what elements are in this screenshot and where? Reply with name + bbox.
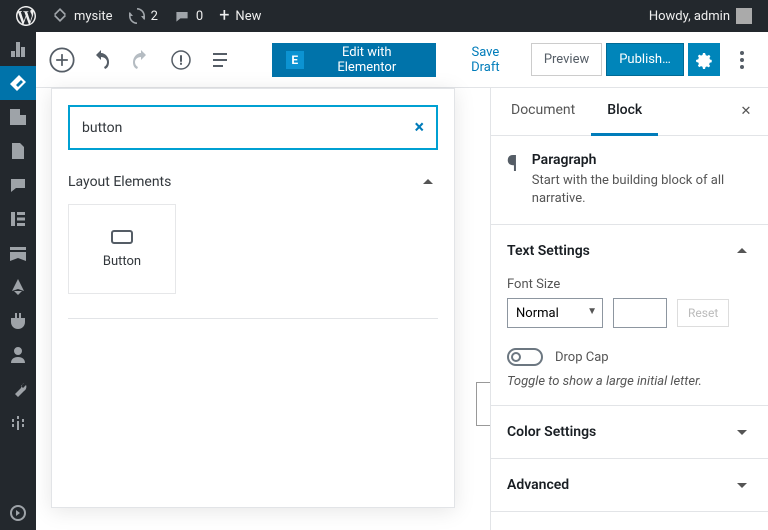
block-inserter: × Layout Elements Button	[51, 88, 455, 508]
chevron-up-icon	[732, 241, 752, 261]
menu-comments[interactable]	[0, 168, 36, 202]
block-editor: E Edit with Elementor Save Draft Preview…	[36, 32, 768, 530]
new-label: New	[235, 9, 261, 24]
avatar	[736, 8, 752, 24]
drop-cap-toggle[interactable]	[507, 348, 543, 366]
site-name-label: mysite	[74, 9, 113, 24]
sidebar-tabs: Document Block ✕	[491, 88, 768, 136]
settings-sidebar: Document Block ✕ ¶ Paragraph Start with …	[490, 88, 768, 530]
chevron-down-icon	[732, 422, 752, 442]
howdy-label: Howdy, admin	[649, 9, 730, 24]
drop-cap-label: Drop Cap	[555, 350, 609, 365]
panel-text-settings: Text Settings Font Size Normal ▼ Reset D…	[491, 225, 768, 406]
menu-dashboard[interactable]	[0, 32, 36, 66]
close-sidebar-icon[interactable]: ✕	[728, 94, 764, 130]
comments[interactable]: 0	[166, 0, 211, 32]
menu-appearance[interactable]	[0, 270, 36, 304]
edit-with-elementor-button[interactable]: E Edit with Elementor	[272, 43, 436, 77]
chevron-up-icon	[418, 172, 438, 192]
updates[interactable]: 2	[121, 0, 166, 32]
menu-templates[interactable]	[0, 236, 36, 270]
font-size-custom-input[interactable]	[613, 298, 667, 328]
chevron-down-icon	[732, 475, 752, 495]
comments-count: 0	[196, 9, 203, 24]
preview-button[interactable]: Preview	[531, 43, 602, 76]
block-search[interactable]: ×	[68, 105, 438, 150]
redo-button[interactable]	[123, 42, 159, 78]
content-structure-button[interactable]	[163, 42, 199, 78]
new-content[interactable]: + New	[211, 0, 269, 32]
menu-elementor[interactable]	[0, 202, 36, 236]
panel-advanced-toggle[interactable]: Advanced	[491, 459, 768, 511]
undo-button[interactable]	[84, 42, 120, 78]
font-size-reset-button[interactable]: Reset	[677, 299, 729, 327]
block-search-input[interactable]	[82, 120, 414, 136]
block-title: Paragraph	[532, 152, 752, 168]
save-draft-button[interactable]: Save Draft	[444, 37, 527, 83]
button-block-icon	[111, 230, 133, 244]
block-navigation-button[interactable]	[202, 42, 238, 78]
wp-logo[interactable]	[8, 0, 44, 32]
panel-advanced: Advanced	[491, 459, 768, 512]
tab-document[interactable]: Document	[495, 88, 591, 136]
collapse-menu[interactable]	[0, 496, 36, 530]
drop-cap-description: Toggle to show a large initial letter.	[507, 374, 752, 389]
tab-block[interactable]: Block	[591, 88, 658, 136]
my-account[interactable]: Howdy, admin	[641, 0, 760, 32]
block-card: ¶ Paragraph Start with the building bloc…	[491, 136, 768, 225]
editor-toolbar: E Edit with Elementor Save Draft Preview…	[36, 32, 768, 88]
panel-color-settings: Color Settings	[491, 406, 768, 459]
admin-menu	[0, 32, 36, 530]
section-title: Layout Elements	[68, 174, 171, 190]
panel-text-settings-toggle[interactable]: Text Settings	[491, 225, 768, 277]
menu-plugins[interactable]	[0, 304, 36, 338]
add-block-button[interactable]	[44, 42, 80, 78]
inserter-divider	[68, 318, 438, 319]
inserter-section-layout[interactable]: Layout Elements	[52, 166, 454, 204]
menu-media[interactable]	[0, 100, 36, 134]
font-size-select[interactable]: Normal ▼	[507, 298, 603, 328]
menu-settings[interactable]	[0, 406, 36, 440]
font-size-label: Font Size	[507, 277, 752, 292]
panel-color-settings-toggle[interactable]: Color Settings	[491, 406, 768, 458]
settings-toggle-button[interactable]	[688, 43, 721, 76]
admin-toolbar: mysite 2 0 + New Howdy, admin	[0, 0, 768, 32]
clear-search-icon[interactable]: ×	[414, 117, 424, 138]
menu-pages[interactable]	[0, 134, 36, 168]
more-tools-button[interactable]	[724, 42, 760, 78]
publish-button[interactable]: Publish…	[606, 43, 684, 76]
menu-posts[interactable]	[0, 66, 36, 100]
paragraph-icon: ¶	[507, 152, 518, 208]
updates-count: 2	[151, 9, 158, 24]
block-option-button[interactable]: Button	[68, 204, 176, 294]
block-option-label: Button	[103, 254, 141, 269]
menu-users[interactable]	[0, 338, 36, 372]
block-description: Start with the building block of all nar…	[532, 172, 752, 208]
menu-tools[interactable]	[0, 372, 36, 406]
elementor-icon: E	[286, 51, 304, 69]
site-name[interactable]: mysite	[44, 0, 121, 32]
